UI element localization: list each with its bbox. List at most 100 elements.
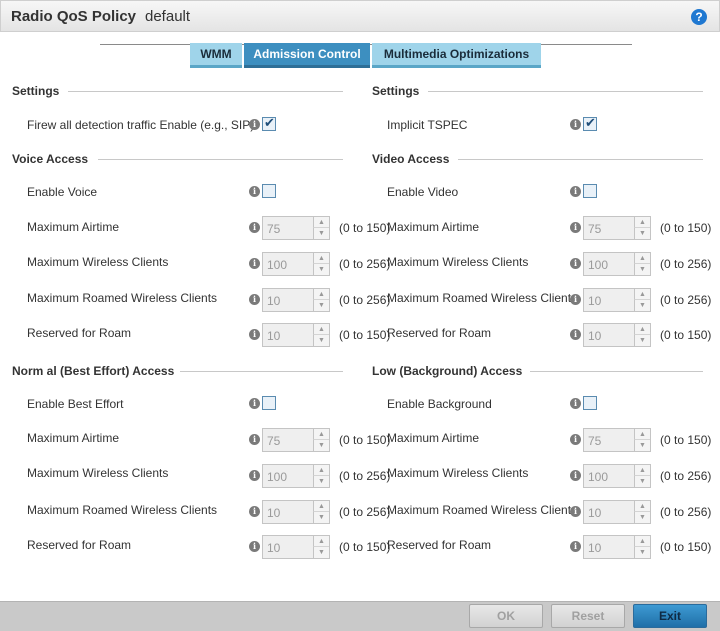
range-hint: (0 to 150): [339, 433, 391, 447]
spinner-down-icon[interactable]: ▼: [313, 228, 329, 239]
voice-max-roamed-spinner[interactable]: 10 ▲ ▼: [262, 288, 330, 312]
video-access-title: Video Access: [372, 152, 450, 166]
spinner-down-icon[interactable]: ▼: [313, 335, 329, 346]
spinner-up-icon[interactable]: ▲: [634, 253, 650, 264]
tab-wmm[interactable]: WMM: [190, 43, 242, 68]
info-icon: i: [249, 294, 260, 305]
spinner-up-icon[interactable]: ▲: [313, 217, 329, 228]
voice-reserved-roam-spinner[interactable]: 10 ▲ ▼: [262, 323, 330, 347]
video-max-clients-spinner[interactable]: 100 ▲ ▼: [583, 252, 651, 276]
ok-button[interactable]: OK: [469, 604, 543, 628]
normal-access-title: Norm al (Best Effort) Access: [12, 364, 175, 378]
reset-button[interactable]: Reset: [551, 604, 625, 628]
voice-max-airtime-label: Maximum Airtime: [27, 220, 120, 234]
spinner-down-icon[interactable]: ▼: [313, 512, 329, 523]
normal-max-clients-spinner[interactable]: 100 ▲ ▼: [262, 464, 330, 488]
section-divider: [530, 371, 703, 372]
enable-voice-checkbox[interactable]: [262, 184, 276, 198]
spinner-value: 100: [588, 470, 609, 484]
spinner-down-icon[interactable]: ▼: [634, 335, 650, 346]
tab-multimedia-optimizations[interactable]: Multimedia Optimizations: [372, 43, 541, 68]
spinner-up-icon[interactable]: ▲: [634, 217, 650, 228]
spinner-up-icon[interactable]: ▲: [634, 289, 650, 300]
spinner-down-icon[interactable]: ▼: [313, 547, 329, 558]
spinner-down-icon[interactable]: ▼: [634, 440, 650, 451]
firewall-detection-checkbox[interactable]: [262, 115, 276, 131]
spinner-down-icon[interactable]: ▼: [634, 476, 650, 487]
info-icon: i: [249, 329, 260, 340]
info-icon: i: [249, 222, 260, 233]
info-icon: i: [570, 329, 581, 340]
spinner-up-icon[interactable]: ▲: [313, 429, 329, 440]
info-icon: i: [249, 506, 260, 517]
section-divider: [180, 371, 343, 372]
spinner-down-icon[interactable]: ▼: [634, 300, 650, 311]
info-icon: i: [570, 506, 581, 517]
spinner-down-icon[interactable]: ▼: [313, 264, 329, 275]
video-max-airtime-label: Maximum Airtime: [387, 220, 480, 234]
spinner-up-icon[interactable]: ▲: [634, 501, 650, 512]
normal-max-roamed-spinner[interactable]: 10 ▲ ▼: [262, 500, 330, 524]
spinner-down-icon[interactable]: ▼: [634, 512, 650, 523]
spinner-down-icon[interactable]: ▼: [634, 264, 650, 275]
spinner-up-icon[interactable]: ▲: [313, 289, 329, 300]
policy-name: default: [145, 8, 191, 25]
low-reserved-roam-spinner[interactable]: 10 ▲ ▼: [583, 535, 651, 559]
implicit-tspec-checkbox[interactable]: [583, 115, 597, 131]
enable-video-checkbox[interactable]: [583, 184, 597, 198]
range-hint: (0 to 256): [660, 293, 712, 307]
spinner-down-icon[interactable]: ▼: [313, 440, 329, 451]
normal-max-airtime-label: Maximum Airtime: [27, 431, 120, 445]
spinner-value: 10: [588, 506, 602, 520]
spinner-up-icon[interactable]: ▲: [634, 429, 650, 440]
voice-max-clients-label: Maximum Wireless Clients: [27, 255, 169, 269]
low-max-airtime-spinner[interactable]: 75 ▲ ▼: [583, 428, 651, 452]
spinner-up-icon[interactable]: ▲: [634, 324, 650, 335]
info-icon: i: [570, 119, 581, 130]
range-hint: (0 to 150): [660, 221, 712, 235]
normal-max-clients-label: Maximum Wireless Clients: [27, 466, 169, 480]
enable-best-effort-checkbox[interactable]: [262, 396, 276, 410]
spinner-up-icon[interactable]: ▲: [313, 324, 329, 335]
voice-max-clients-spinner[interactable]: 100 ▲ ▼: [262, 252, 330, 276]
left-settings-title: Settings: [12, 84, 60, 98]
voice-max-roamed-label: Maximum Roamed Wireless Clients: [27, 291, 218, 305]
spinner-value: 10: [588, 541, 602, 555]
help-icon[interactable]: ?: [691, 9, 707, 25]
spinner-down-icon[interactable]: ▼: [634, 547, 650, 558]
spinner-value: 75: [267, 434, 281, 448]
enable-background-checkbox[interactable]: [583, 396, 597, 410]
spinner-down-icon[interactable]: ▼: [313, 300, 329, 311]
spinner-up-icon[interactable]: ▲: [313, 465, 329, 476]
info-icon: i: [249, 541, 260, 552]
section-divider: [68, 91, 343, 92]
voice-max-airtime-spinner[interactable]: 75 ▲ ▼: [262, 216, 330, 240]
video-reserved-roam-spinner[interactable]: 10 ▲ ▼: [583, 323, 651, 347]
info-icon: i: [249, 434, 260, 445]
normal-max-airtime-spinner[interactable]: 75 ▲ ▼: [262, 428, 330, 452]
tab-admission-control[interactable]: Admission Control: [244, 43, 370, 68]
low-max-roamed-label: Maximum Roamed Wireless Clients: [387, 503, 578, 517]
spinner-up-icon[interactable]: ▲: [634, 536, 650, 547]
normal-reserved-roam-spinner[interactable]: 10 ▲ ▼: [262, 535, 330, 559]
low-max-clients-spinner[interactable]: 100 ▲ ▼: [583, 464, 651, 488]
spinner-up-icon[interactable]: ▲: [634, 465, 650, 476]
video-max-roamed-label: Maximum Roamed Wireless Clients: [387, 291, 578, 305]
spinner-down-icon[interactable]: ▼: [313, 476, 329, 487]
exit-button[interactable]: Exit: [633, 604, 707, 628]
spinner-up-icon[interactable]: ▲: [313, 536, 329, 547]
video-max-clients-label: Maximum Wireless Clients: [387, 255, 529, 269]
spinner-down-icon[interactable]: ▼: [634, 228, 650, 239]
spinner-up-icon[interactable]: ▲: [313, 501, 329, 512]
spinner-up-icon[interactable]: ▲: [313, 253, 329, 264]
range-hint: (0 to 150): [660, 540, 712, 554]
low-max-roamed-spinner[interactable]: 10 ▲ ▼: [583, 500, 651, 524]
info-icon: i: [249, 470, 260, 481]
video-max-airtime-spinner[interactable]: 75 ▲ ▼: [583, 216, 651, 240]
spinner-value: 10: [267, 541, 281, 555]
video-max-roamed-spinner[interactable]: 10 ▲ ▼: [583, 288, 651, 312]
page-title: Radio QoS Policy: [11, 8, 137, 25]
range-hint: (0 to 256): [339, 505, 391, 519]
range-hint: (0 to 256): [660, 469, 712, 483]
spinner-value: 10: [267, 506, 281, 520]
